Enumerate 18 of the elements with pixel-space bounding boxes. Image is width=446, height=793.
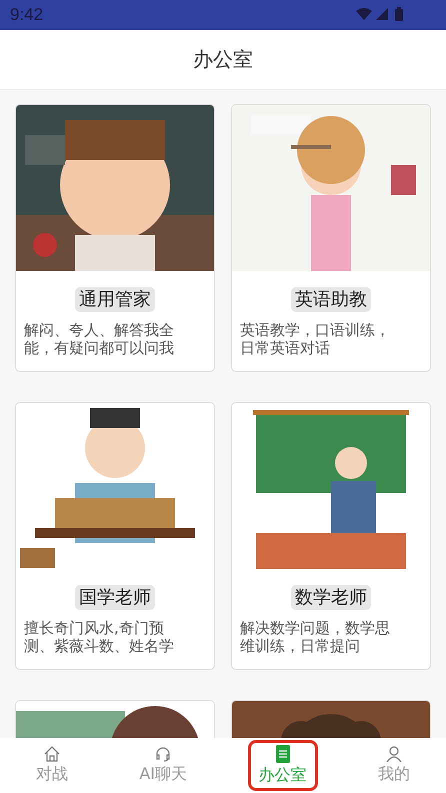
document-icon: [276, 745, 290, 763]
assistant-name: 国学老师: [75, 585, 155, 610]
assistant-name: 英语助教: [291, 287, 371, 312]
assistant-card[interactable]: 数学老师 解决数学问题，数学思维训练，日常提问: [231, 402, 431, 670]
assistant-name: 数学老师: [291, 585, 371, 610]
status-time: 9:42: [10, 5, 44, 25]
headset-icon: [155, 746, 172, 762]
assistant-card[interactable]: 国学老师 擅长奇门风水,奇门预测、紫薇斗数、姓名学: [15, 402, 215, 670]
assistant-description: 解决数学问题，数学思维训练，日常提问: [240, 619, 391, 655]
assistant-card[interactable]: 英语助教 英语教学，口语训练，日常英语对话: [231, 104, 431, 372]
assistant-card[interactable]: 通用管家 解闷、夸人、解答我全能，有疑问都可以问我: [15, 104, 215, 372]
assistant-description: 解闷、夸人、解答我全能，有疑问都可以问我: [24, 321, 175, 357]
assistant-description: 擅长奇门风水,奇门预测、紫薇斗数、姓名学: [24, 619, 175, 655]
assistant-description: 英语教学，口语训练，日常英语对话: [240, 321, 391, 357]
home-icon: [44, 746, 60, 762]
assistant-name: 通用管家: [75, 287, 155, 312]
person-icon: [386, 746, 402, 762]
page-title: 办公室: [193, 46, 253, 73]
